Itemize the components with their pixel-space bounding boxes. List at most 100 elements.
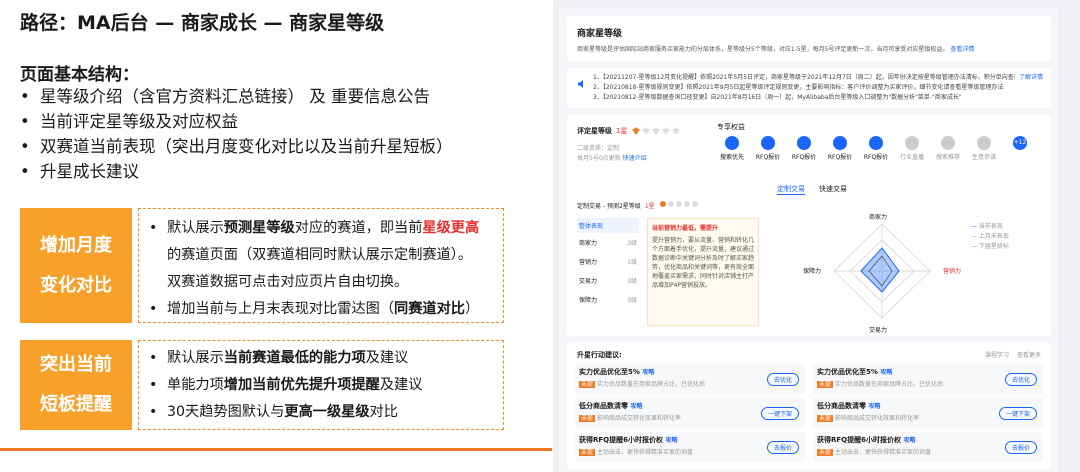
ability-name: 营销力 xyxy=(579,259,598,266)
right-item[interactable]: 搜索推荐 xyxy=(933,136,963,161)
overall-tab[interactable]: 整体表现 xyxy=(577,218,639,233)
right-label: RFQ报价 xyxy=(863,154,889,161)
more-link[interactable]: 查看更多 xyxy=(1017,350,1041,359)
bottom-divider xyxy=(0,448,552,451)
right-label: RFQ报价 xyxy=(791,154,817,161)
rights-icon xyxy=(833,136,847,150)
intro-link[interactable]: 快速介绍 xyxy=(623,155,647,162)
text: 及建议 xyxy=(379,377,423,393)
ability-row[interactable]: 营销力 1级 xyxy=(577,252,639,271)
action-desc: 主动出击，更快获得精准买家的询盘 xyxy=(834,449,931,456)
action-desc: 实力优品数量在商家品牌占比，已优化后 xyxy=(596,381,705,388)
box-label-line: 突出当前 xyxy=(40,354,112,375)
ability-list: 整体表现 商家力 3级 营销力 1级 交易力 3级 保障力 3级 xyxy=(577,218,639,309)
action-button[interactable]: 去优化 xyxy=(766,373,799,386)
list-item: 默认展示当前赛道最低的能力项及建议 xyxy=(145,345,422,372)
right-item[interactable]: RFQ报价 xyxy=(861,136,891,161)
tab-quick[interactable]: 快速交易 xyxy=(819,184,847,195)
more-rights-button: +12 xyxy=(1013,136,1027,150)
tip-box: 当前营销力最低，需提升 提升营销力，要从流量、营销和转化几个方面着手优化，提升流… xyxy=(647,218,759,326)
structure-list: 星等级介绍（含官方资料汇总链接） 及 重要信息公告 当前评定星等级及对应权益 双… xyxy=(20,84,453,184)
list-item: 升星成长建议 xyxy=(20,159,453,184)
action-button[interactable]: 一键下架 xyxy=(998,407,1037,420)
right-item[interactable]: 行业直播 xyxy=(897,136,927,161)
course-link[interactable]: 课程学习 xyxy=(985,350,1009,359)
right-item[interactable]: RFQ报价 xyxy=(825,136,855,161)
rights-icon xyxy=(941,136,955,150)
action-button[interactable]: 去报价 xyxy=(766,441,799,454)
track-star: 1星 xyxy=(644,202,655,210)
radar-legend: — 当前表现 — 上月末表现 — 下届星级标 xyxy=(971,222,1009,252)
action-tag[interactable]: 攻略 xyxy=(665,437,677,444)
ability-row[interactable]: 保障力 3级 xyxy=(577,290,639,309)
ability-row[interactable]: 商家力 3级 xyxy=(577,233,639,252)
ability-row[interactable]: 交易力 3级 xyxy=(577,271,639,290)
action-tag[interactable]: 攻略 xyxy=(903,437,915,444)
slide-left: 路径：MA后台 — 商家成长 — 商家星等级 页面基本结构： 星等级介绍（含官方… xyxy=(0,0,552,472)
text: 双赛道数据可点击对应页片自由切换。 xyxy=(167,274,409,290)
box-content: 默认展示预测星等级对应的赛道，即当前星级更高的赛道页面（双赛道相同时默认展示定制… xyxy=(138,208,504,323)
action-button[interactable]: 去报价 xyxy=(1004,441,1037,454)
tab-custom[interactable]: 定制交易 xyxy=(777,184,805,195)
action-title: 获得RFQ提醒6小时报价权 xyxy=(817,436,901,444)
right-item[interactable]: 生意参谋 xyxy=(969,136,999,161)
ability-level: 3级 xyxy=(627,240,637,247)
details-link[interactable]: 查看详情 xyxy=(950,46,974,53)
highlight-text: 星级更高 xyxy=(422,220,480,236)
action-title: 实力优品优化至5% xyxy=(817,368,878,376)
track-row: 定制交易 - 预测2星等级 1星 xyxy=(577,200,699,210)
right-label: RFQ报价 xyxy=(827,154,853,161)
notice-link[interactable]: 了解详情 xyxy=(1019,73,1043,83)
ability-name: 交易力 xyxy=(579,278,598,285)
list-item: 双赛道当前表现（突出月度变化对比以及当前升星短板） xyxy=(20,134,453,159)
right-item[interactable]: RFQ报价 xyxy=(753,136,783,161)
actions-title: 升星行动建议: xyxy=(577,351,622,359)
list-item: 默认展示预测星等级对应的赛道，即当前星级更高的赛道页面（双赛道相同时默认展示定制… xyxy=(145,215,479,296)
action-badge: 未提 xyxy=(579,415,596,422)
speaker-icon xyxy=(577,74,587,93)
track-label: 定制交易 - 预测2星等级 xyxy=(577,202,641,210)
actions-card: 升星行动建议: 课程学习 查看更多 实力优品优化至5% 攻略 未提 实力优品数量… xyxy=(567,342,1051,470)
legend-item: — 下届星级标 xyxy=(971,243,1009,250)
action-badge: 未提 xyxy=(817,381,834,388)
legend-label: 当前表现 xyxy=(978,223,1003,230)
ability-level: 3级 xyxy=(627,297,637,304)
action-badge: 未提 xyxy=(817,449,834,456)
box-content: 默认展示当前赛道最低的能力项及建议 单能力项增加当前优先提升项提醒及建议 30天… xyxy=(138,340,504,430)
ability-name: 商家力 xyxy=(579,240,598,247)
action-button[interactable]: 去优化 xyxy=(1004,373,1037,386)
right-item[interactable]: +12 xyxy=(1005,136,1035,161)
action-badge: 未提 xyxy=(579,449,596,456)
legend-label: 上月末表现 xyxy=(978,233,1009,240)
text: 默认展示 xyxy=(167,350,224,366)
action-item: 获得RFQ提醒6小时报价权 攻略 未提 主动出击，更快获得精准买家的询盘 去报价 xyxy=(813,432,1043,462)
notice-item: 1、【20211207-星等级12月变化提醒】依照2021年5月5日评定，商家星… xyxy=(593,74,1015,81)
action-title: 实力优品优化至5% xyxy=(579,368,640,376)
action-tag[interactable]: 攻略 xyxy=(868,403,880,410)
right-item[interactable]: RFQ报价 xyxy=(789,136,819,161)
radar-label-top: 商家力 xyxy=(869,214,888,221)
right-label: 行业直播 xyxy=(899,154,924,161)
action-title: 低分商品数清零 xyxy=(817,402,866,410)
right-item[interactable]: 搜索优先 xyxy=(717,136,747,161)
right-label: RFQ报价 xyxy=(755,154,781,161)
action-desc: 影响商品成交转化效果和转化率 xyxy=(834,415,919,422)
action-button[interactable]: 一键下架 xyxy=(760,407,799,420)
text: 默认展示 xyxy=(167,220,224,236)
text: 及建议 xyxy=(365,350,409,366)
bold-text: 同赛道对比 xyxy=(394,301,465,317)
header-desc: 商家星等级是评估国际站商家服务买家能力的分层体系，星等级分5个等级，对应1-5星… xyxy=(577,46,949,53)
list-item: 星等级介绍（含官方资料汇总链接） 及 重要信息公告 xyxy=(20,84,453,109)
text: 对比 xyxy=(369,404,398,420)
box-label-line: 变化对比 xyxy=(40,274,112,296)
action-title: 低分商品数清零 xyxy=(579,402,628,410)
notice-item: 2、【20210818-星等级规则变更】依照2021年9月5日起星等级评定规则变… xyxy=(593,84,1004,91)
text: 的赛道页面（双赛道相同时默认展示定制赛道）。 xyxy=(167,247,473,263)
action-tag[interactable]: 攻略 xyxy=(880,369,892,376)
bold-text: 预测星等级 xyxy=(223,220,295,236)
action-tag[interactable]: 攻略 xyxy=(630,403,642,410)
action-tag[interactable]: 攻略 xyxy=(642,369,654,376)
star-level-page: 商家星等级 商家星等级是评估国际站商家服务买家能力的分层体系，星等级分5个等级，… xyxy=(559,8,1059,472)
radar-chart: 商家力 营销力 交易力 保障力 xyxy=(803,212,961,334)
ability-level: 3级 xyxy=(627,278,637,285)
